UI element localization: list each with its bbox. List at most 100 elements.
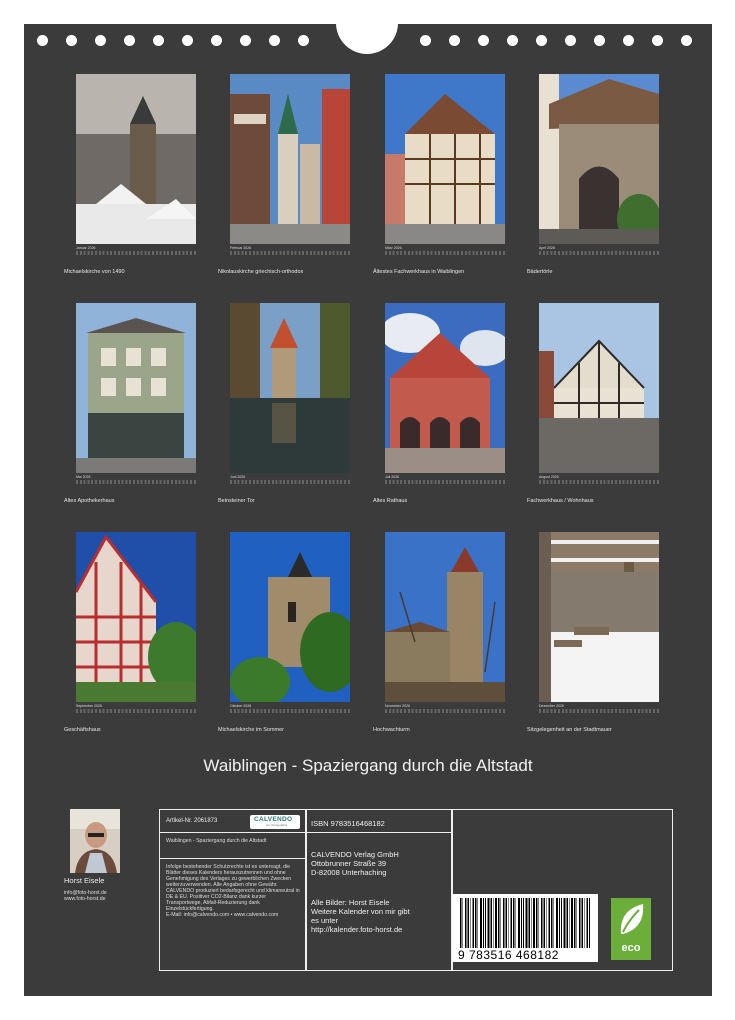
eco-badge: eco [611, 898, 651, 960]
mini-calendar [230, 709, 350, 713]
month-label: Oktober 2026 [230, 704, 252, 708]
mini-calendar [539, 251, 659, 255]
more-calendars-line2: es unter [311, 916, 339, 925]
month-label: Januar 2026 [76, 246, 96, 250]
eco-label: eco [621, 942, 641, 954]
photo-caption: Altes Apothekerhaus [64, 498, 115, 504]
photo-credits: Alle Bilder: Horst Eisele [311, 898, 390, 907]
hanger-notch [336, 10, 398, 54]
calendar-back-cover: Januar 2026 Michaelskirche von 1490 Febr… [24, 10, 712, 996]
calvendo-logo-text: CALVENDO [254, 816, 293, 823]
photo-caption: Altes Rathaus [373, 498, 408, 504]
photo-michaelskirche-summer [230, 532, 350, 702]
legal-notice: Infolge bestehender Schutzrechte ist es … [166, 864, 300, 912]
author-portrait [70, 809, 120, 873]
binding-hole [449, 35, 460, 46]
binding-hole [211, 35, 222, 46]
photo-church-tower-winter [76, 74, 196, 244]
month-label: März 2026 [385, 246, 402, 250]
mini-calendar [230, 251, 350, 255]
month-label: September 2026 [76, 704, 102, 708]
binding-hole [623, 35, 634, 46]
photo-half-timbered-house [385, 74, 505, 244]
month-label: Februar 2026 [230, 246, 252, 250]
photo-caption: Bädertörle [527, 269, 553, 275]
photo-old-town-hall [385, 303, 505, 473]
binding-hole [66, 35, 77, 46]
divider [160, 858, 305, 859]
product-title: Waiblingen - Spaziergang durch die Altst… [166, 838, 267, 844]
month-label: Mai 2026 [76, 475, 91, 479]
month-label: August 2026 [539, 475, 559, 479]
article-number: Artikel-Nr. 2061873 [166, 818, 218, 824]
isbn-barcode: 9 783516 468182 [452, 894, 598, 962]
mini-calendar [76, 480, 196, 484]
mini-calendar [385, 709, 505, 713]
mini-calendar [76, 709, 196, 713]
photo-half-timbered-residence [539, 303, 659, 473]
binding-hole [652, 35, 663, 46]
binding-hole [507, 35, 518, 46]
binding-hole [124, 35, 135, 46]
more-calendars-line1: Weitere Kalender von mir gibt [311, 907, 410, 916]
calvendo-contact: E-Mail: info@calvendo.com • www.calvendo… [166, 912, 279, 918]
binding-hole [240, 35, 251, 46]
photo-caption: Michaelskirche von 1490 [64, 269, 125, 275]
binding-hole [182, 35, 193, 46]
mini-calendar [230, 480, 350, 484]
photo-hochwachturm [385, 532, 505, 702]
binding-hole [478, 35, 489, 46]
publisher-name: CALVENDO Verlag GmbH [311, 850, 399, 859]
divider [305, 832, 451, 833]
photo-caption: Michaelskirche im Sommer [218, 727, 285, 733]
binding-hole [594, 35, 605, 46]
photo-caption: Geschäftshaus [64, 727, 101, 733]
mini-calendar [385, 251, 505, 255]
author-website[interactable]: www.foto-horst.de [64, 896, 107, 902]
binding-hole [420, 35, 431, 46]
binding-hole [153, 35, 164, 46]
photo-caption: Nikolauskirche griechisch-orthodox [218, 269, 304, 275]
isbn: ISBN 9783516468182 [311, 819, 385, 828]
photo-beinsteiner-tor-reflection [230, 303, 350, 473]
photo-nikolaus-church [230, 74, 350, 244]
photo-caption: Beinsteiner Tor [218, 498, 255, 504]
photo-baedertoerle-gate [539, 74, 659, 244]
month-label: Dezember 2026 [539, 704, 564, 708]
calendar-title: Waiblingen - Spaziergang durch die Altst… [203, 756, 533, 775]
photo-caption: Hochwachturm [373, 727, 410, 733]
more-calendars-link[interactable]: http://kalender.foto-horst.de [311, 925, 402, 934]
barcode-number: 9 783516 468182 [458, 948, 559, 962]
mini-calendar [539, 709, 659, 713]
binding-hole [269, 35, 280, 46]
calvendo-logo: CALVENDO ein Verlagslabel [250, 815, 300, 829]
leaf-icon [620, 904, 644, 934]
binding-hole [298, 35, 309, 46]
photo-caption: Fachwerkhaus / Wohnhaus [527, 498, 594, 504]
binding-hole [536, 35, 547, 46]
mini-calendar [385, 480, 505, 484]
divider [160, 832, 305, 833]
publisher-city: D-82008 Unterhaching [311, 868, 387, 877]
month-label: Juni 2026 [230, 475, 246, 479]
binding-hole [95, 35, 106, 46]
photo-caption: Sitzgelegenheit an der Stadtmauer [527, 727, 612, 733]
publisher-street: Ottobrunner Straße 39 [311, 859, 387, 868]
photo-bench-city-wall-snow [539, 532, 659, 702]
photo-commercial-building [76, 532, 196, 702]
photo-caption: Ältestes Fachwerkhaus in Waiblingen [373, 269, 465, 275]
binding-hole [681, 35, 692, 46]
calvendo-logo-subtext: ein Verlagslabel [266, 823, 288, 827]
binding-hole [37, 35, 48, 46]
author-name: Horst Eisele [64, 876, 105, 885]
divider [305, 810, 307, 970]
binding-hole [565, 35, 576, 46]
mini-calendar [76, 251, 196, 255]
month-label: April 2026 [539, 246, 555, 250]
author-contact: info@foto-horst.de www.foto-horst.de [64, 890, 107, 902]
barcode-bars [460, 898, 590, 948]
mini-calendar [539, 480, 659, 484]
month-label: November 2026 [385, 704, 410, 708]
month-label: Juli 2026 [385, 475, 400, 479]
photo-old-pharmacy [76, 303, 196, 473]
